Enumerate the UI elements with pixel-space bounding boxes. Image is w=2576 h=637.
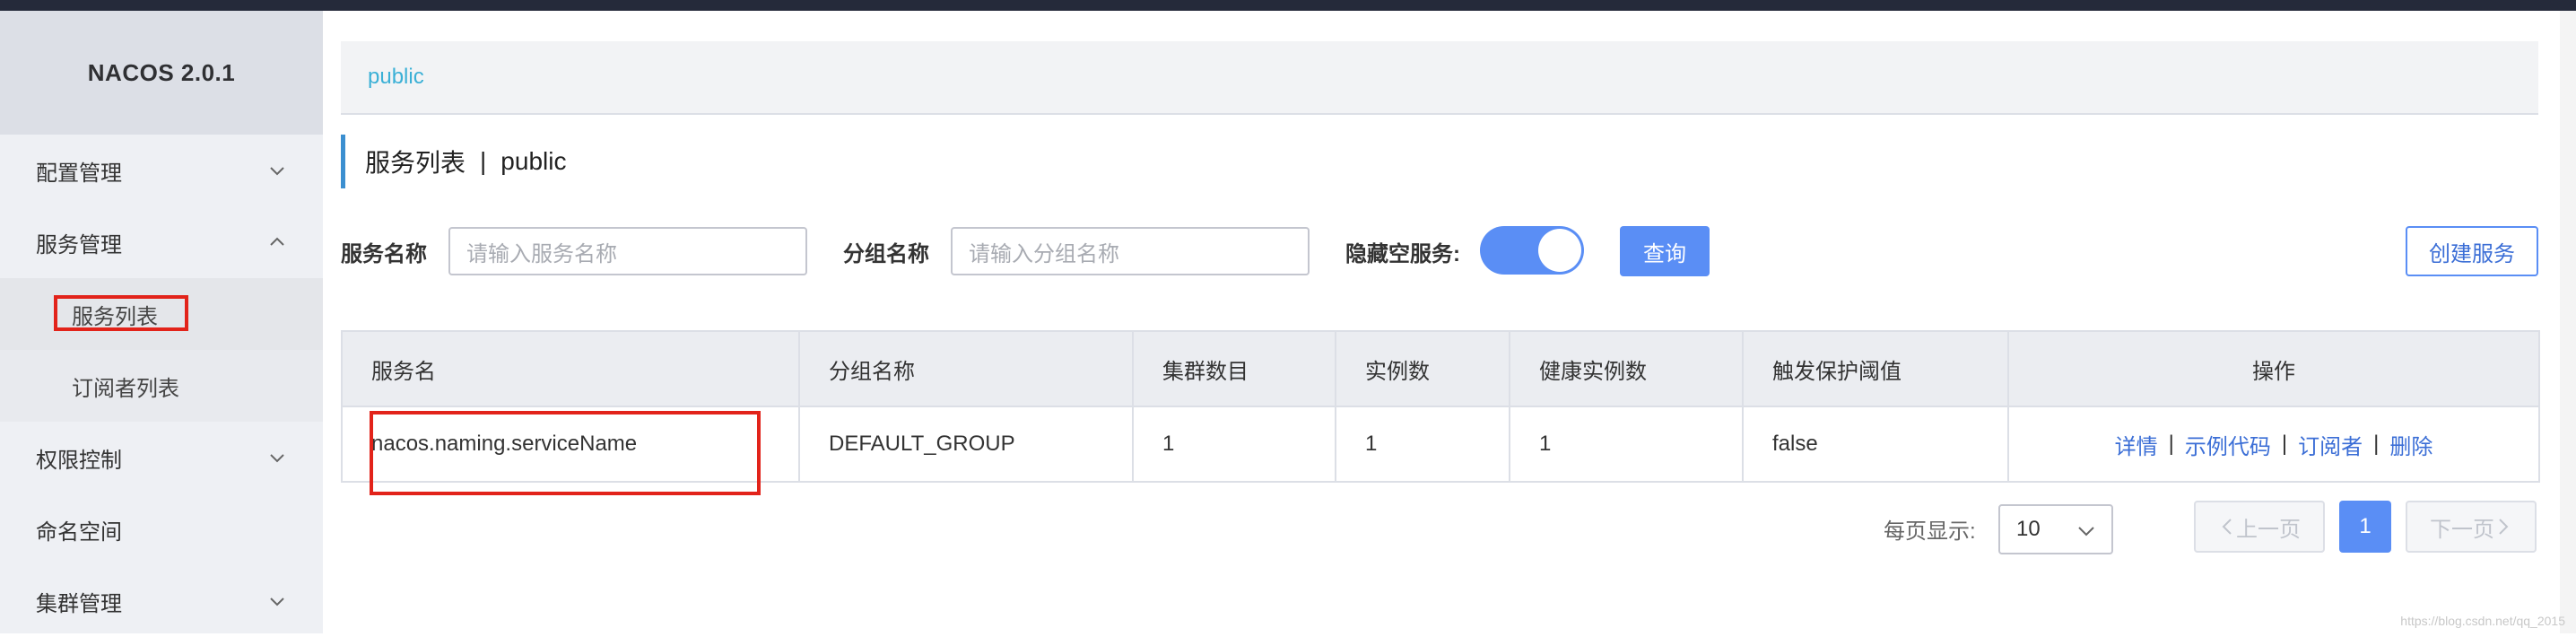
- operations-cell: 详情 | 示例代码 | 订阅者 | 删除: [2009, 407, 2538, 481]
- page-size-select[interactable]: 10: [1998, 504, 2113, 554]
- threshold-cell: false: [1744, 407, 2009, 481]
- sidebar-item-label: 配置管理: [36, 161, 122, 186]
- highlight-box-service: [370, 411, 761, 495]
- column-header: 实例数: [1336, 332, 1510, 406]
- instances-cell: 1: [1336, 407, 1510, 481]
- namespace-tab-public[interactable]: public: [368, 65, 424, 90]
- sidebar-item-label: 订阅者列表: [72, 376, 179, 401]
- sample-code-link[interactable]: 示例代码: [2185, 429, 2271, 460]
- column-header: 服务名: [343, 332, 800, 406]
- table-header: 服务名 分组名称 集群数目 实例数 健康实例数 触发保护阈值 操作: [343, 332, 2538, 407]
- watermark: https://blog.csdn.net/qq_2015: [2400, 614, 2565, 628]
- page-title-text: 服务列表: [365, 149, 466, 177]
- chevron-down-icon: [2078, 527, 2094, 537]
- namespace-bar: public: [341, 41, 2538, 115]
- page-size-value: 10: [2016, 517, 2041, 541]
- subscribers-link[interactable]: 订阅者: [2298, 429, 2363, 460]
- prev-page-button[interactable]: 上一页: [2194, 501, 2325, 553]
- chevron-down-icon: [270, 454, 284, 463]
- sidebar-item-label: 命名空间: [36, 519, 122, 545]
- toggle-knob: [1538, 229, 1581, 272]
- delete-link[interactable]: 删除: [2389, 429, 2432, 460]
- brand-logo: NACOS 2.0.1: [0, 11, 323, 135]
- hide-empty-label: 隐藏空服务:: [1345, 241, 1460, 266]
- column-header: 操作: [2252, 359, 2295, 384]
- sidebar-item-auth[interactable]: 权限控制: [0, 422, 323, 493]
- op-separator: |: [2281, 432, 2288, 456]
- chevron-up-icon: [270, 237, 284, 246]
- group-name-label: 分组名称: [843, 241, 929, 266]
- sidebar-item-service[interactable]: 服务管理: [0, 206, 323, 278]
- scrollbar[interactable]: [2560, 11, 2576, 633]
- query-button[interactable]: 查询: [1620, 226, 1710, 276]
- sidebar-item-label: 服务管理: [36, 232, 122, 257]
- healthy-cell: 1: [1510, 407, 1744, 481]
- prev-page-label: 上一页: [2236, 517, 2301, 542]
- op-separator: |: [2168, 432, 2174, 456]
- chevron-right-icon: [2499, 519, 2509, 535]
- detail-link[interactable]: 详情: [2115, 429, 2158, 460]
- op-separator: |: [2373, 432, 2380, 456]
- column-header: 触发保护阈值: [1744, 332, 2009, 406]
- page-title: 服务列表 | public: [341, 135, 566, 188]
- clusters-cell: 1: [1134, 407, 1336, 481]
- group-name-input[interactable]: 请输入分组名称: [951, 227, 1310, 275]
- service-name-input[interactable]: 请输入服务名称: [448, 227, 807, 275]
- service-name-label: 服务名称: [341, 241, 427, 266]
- chevron-down-icon: [270, 598, 284, 606]
- next-page-label: 下一页: [2430, 517, 2494, 542]
- page-title-separator: |: [480, 147, 487, 175]
- next-page-button[interactable]: 下一页: [2406, 501, 2537, 553]
- sidebar-item-subscribers[interactable]: 订阅者列表: [0, 350, 323, 422]
- sidebar-item-label: 集群管理: [36, 591, 122, 616]
- sidebar-item-namespace[interactable]: 命名空间: [0, 493, 323, 565]
- highlight-box-menu: [54, 295, 188, 331]
- top-bar: [0, 0, 2576, 11]
- sidebar-item-cluster[interactable]: 集群管理: [0, 565, 323, 637]
- column-header: 健康实例数: [1510, 332, 1744, 406]
- group-cell: DEFAULT_GROUP: [800, 407, 1134, 481]
- sidebar-item-config[interactable]: 配置管理: [0, 135, 323, 206]
- page-size-label: 每页显示:: [1884, 519, 1976, 544]
- current-page-button[interactable]: 1: [2339, 501, 2391, 553]
- chevron-left-icon: [2222, 519, 2232, 535]
- hide-empty-toggle[interactable]: [1480, 226, 1584, 275]
- column-header: 分组名称: [800, 332, 1134, 406]
- main-content: public 服务列表 | public 服务名称 请输入服务名称 分组名称 请…: [323, 11, 2576, 633]
- service-table: 服务名 分组名称 集群数目 实例数 健康实例数 触发保护阈值 操作 nacos.…: [341, 330, 2540, 495]
- column-header: 集群数目: [1134, 332, 1336, 406]
- chevron-down-icon: [270, 167, 284, 176]
- page-title-namespace: public: [500, 147, 567, 175]
- create-service-button[interactable]: 创建服务: [2406, 226, 2538, 276]
- sidebar-item-label: 权限控制: [36, 448, 122, 473]
- search-form: 服务名称 请输入服务名称 分组名称 请输入分组名称 隐藏空服务: 查询 创建服务: [341, 224, 2542, 278]
